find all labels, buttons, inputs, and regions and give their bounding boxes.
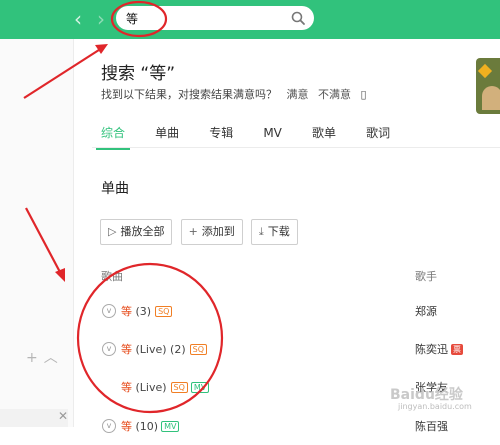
add-playlist-icon[interactable]: + [26,350,44,366]
annotation-arrowhead-top [95,44,108,54]
song-title-suffix: (Live) [132,381,167,394]
song-title[interactable]: 等 (10) MV [121,418,180,434]
tab-playlists[interactable]: 歌单 [312,124,336,146]
tab-albums[interactable]: 专辑 [209,124,233,146]
sq-badge: SQ [155,306,173,317]
tab-mv[interactable]: MV [263,126,282,148]
collapse-icon[interactable]: ︿ [44,350,64,366]
watermark-url: jingyan.baidu.com [398,402,472,411]
song-artist[interactable]: 陈奕迅票 [415,341,463,357]
page-title: 搜索 “等” [101,64,176,84]
tab-lyrics[interactable]: 歌词 [366,124,390,146]
feedback-satisfied-link[interactable]: 满意 [287,88,309,101]
song-title[interactable]: 等 (Live) SQ MV [121,379,210,395]
download-button[interactable]: ⤓ 下载 [250,219,298,245]
song-artist[interactable]: 郑源 [415,303,437,319]
section-title: 单曲 [101,181,129,197]
sq-badge: SQ [189,344,207,355]
song-title-suffix: (3) [132,305,152,318]
tab-comprehensive[interactable]: 综合 [95,124,131,150]
search-icon[interactable] [290,10,306,26]
sq-badge: SQ [170,382,188,393]
watermark-logo: Baidu经验 [390,387,463,403]
sidebar: +︿ ✕ [0,39,74,427]
forward-arrow-icon[interactable]: › [97,9,105,29]
table-row[interactable]: v 等 (Live) (2) SQ 陈奕迅票 [92,331,500,368]
back-arrow-icon[interactable]: ‹ [74,9,82,29]
song-title[interactable]: 等 (Live) (2) SQ [121,341,207,357]
tabs-divider [92,147,500,148]
expand-icon[interactable]: v [102,342,116,356]
song-actions: ▷ 播放全部 + 添加到 ⤓ 下载 [100,219,301,245]
artist-avatar[interactable] [476,58,500,114]
artist-name[interactable]: 陈奕迅 [415,343,448,356]
add-to-button[interactable]: + 添加到 [180,219,243,245]
sidebar-ad[interactable]: ✕ [0,409,68,427]
search-feedback: 找到以下结果，对搜索结果满意吗？ 满意 不满意 ▯ [101,86,373,102]
ticket-badge[interactable]: 票 [451,344,463,355]
song-title-match: 等 [121,343,132,356]
expand-icon[interactable]: v [102,304,116,318]
top-bar: ‹ › [0,0,500,39]
feedback-question: 找到以下结果，对搜索结果满意吗？ [101,88,277,101]
play-all-button[interactable]: ▷ 播放全部 [100,219,173,245]
song-title[interactable]: 等 (3) SQ [121,303,173,319]
search-input[interactable] [126,9,286,27]
column-header-song[interactable]: 歌曲 [101,268,123,284]
feedback-unsatisfied-link[interactable]: 不满意 [318,88,351,101]
result-tabs: 综合 单曲 专辑 MV 歌单 歌词 [95,122,415,150]
tab-songs[interactable]: 单曲 [155,124,179,146]
download-icon: ⤓ [258,225,264,238]
table-row[interactable]: v 等 (3) SQ 郑源 [92,293,500,330]
song-artist[interactable]: 陈百强 [415,418,448,434]
expand-icon[interactable]: v [102,419,116,433]
song-title-match: 等 [121,381,132,394]
download-label: 下载 [267,225,290,238]
add-to-label: 添加到 [201,225,235,238]
play-icon: ▷ [108,225,117,238]
plus-icon: + [188,225,198,238]
ad-close-icon[interactable]: ✕ [58,409,68,423]
feedback-extra-icon[interactable]: ▯ [361,88,367,101]
search-box[interactable] [116,6,314,30]
column-header-artist[interactable]: 歌手 [415,268,437,284]
song-title-match: 等 [121,305,132,318]
mv-badge[interactable]: MV [190,382,210,393]
sidebar-actions: +︿ [26,347,64,367]
play-all-label: 播放全部 [120,225,165,238]
song-title-suffix: (Live) (2) [132,343,186,356]
